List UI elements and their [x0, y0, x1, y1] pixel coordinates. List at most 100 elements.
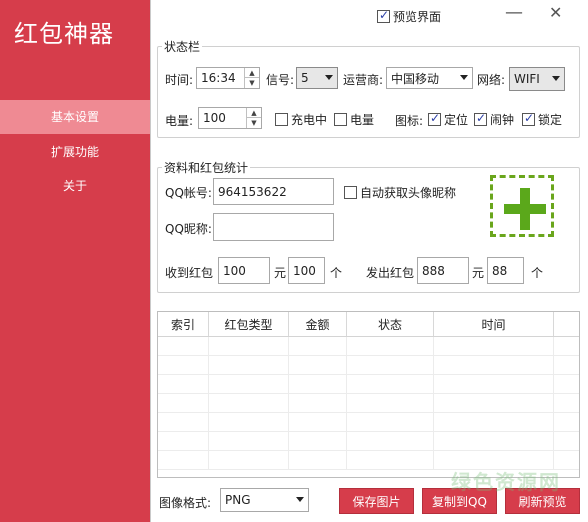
received-label: 收到红包	[165, 266, 214, 280]
battery-value: 100	[203, 111, 226, 125]
charging-checkbox[interactable]: 充电中	[275, 111, 327, 128]
location-label: 定位	[444, 113, 469, 127]
column-header-index[interactable]: 索引	[158, 312, 209, 336]
charging-label: 充电中	[291, 113, 328, 127]
received-amount-input[interactable]: 100	[218, 257, 270, 284]
sidebar-item-basic-settings[interactable]: 基本设置	[0, 100, 150, 134]
format-select[interactable]: PNG	[220, 488, 309, 512]
table-cell	[434, 337, 554, 355]
battery-chk-label: 电量	[350, 113, 375, 127]
battery-check-icon[interactable]	[334, 113, 347, 126]
spin-up-icon[interactable]: ▲	[247, 108, 261, 118]
received-yuan-label: 元	[274, 266, 287, 280]
network-select[interactable]: WIFI	[509, 67, 565, 91]
sidebar-item-extensions[interactable]: 扩展功能	[0, 135, 150, 169]
table-cell	[289, 432, 347, 450]
icons-label: 图标:	[395, 114, 424, 128]
received-unit-label: 个	[330, 266, 343, 280]
signal-select[interactable]: 5	[296, 67, 338, 89]
close-icon[interactable]: ✕	[549, 3, 562, 22]
auto-fetch-label: 自动获取头像昵称	[360, 186, 457, 200]
format-value: PNG	[225, 493, 251, 507]
minimize-icon[interactable]: —	[505, 2, 523, 23]
table-cell	[209, 356, 289, 374]
lock-label: 锁定	[538, 113, 563, 127]
sent-count-input[interactable]: 88	[487, 257, 524, 284]
carrier-value: 中国移动	[391, 71, 440, 86]
table-cell	[347, 337, 434, 355]
received-count-input[interactable]: 100	[288, 257, 325, 284]
column-header-status[interactable]: 状态	[347, 312, 434, 336]
app-title: 红包神器	[14, 20, 114, 48]
alarm-check-icon[interactable]	[474, 111, 487, 126]
network-value: WIFI	[514, 72, 540, 86]
table-cell	[209, 375, 289, 393]
table-cell	[289, 413, 347, 431]
sent-yuan-label: 元	[472, 266, 485, 280]
chevron-down-icon	[460, 75, 468, 80]
main-panel: 预览界面 — ✕ 状态栏 时间: 16:34 ▲▼ 信号: 5 运营商: 中国移…	[150, 0, 588, 522]
table-header: 索引 红包类型 金额 状态 时间	[158, 312, 579, 337]
network-label: 网络:	[477, 73, 506, 87]
sent-amount: 888	[422, 263, 445, 278]
battery-show-checkbox[interactable]: 电量	[334, 111, 374, 128]
table-cell	[434, 375, 554, 393]
carrier-select[interactable]: 中国移动	[386, 67, 473, 89]
qq-label: QQ帐号:	[165, 186, 212, 200]
sidebar-item-about[interactable]: 关于	[0, 169, 150, 203]
time-spinner[interactable]: ▲ ▼	[244, 68, 259, 88]
column-header-amount[interactable]: 金额	[289, 312, 347, 336]
chevron-down-icon	[552, 76, 560, 81]
qq-input[interactable]: 964153622	[213, 178, 334, 205]
battery-spinner[interactable]: ▲ ▼	[246, 108, 261, 128]
signal-value: 5	[301, 71, 309, 85]
save-image-button[interactable]: 保存图片	[339, 488, 414, 514]
alarm-label: 闹钟	[490, 113, 515, 127]
signal-label: 信号:	[266, 73, 295, 87]
table-row[interactable]	[158, 413, 579, 432]
location-checkbox[interactable]: 定位	[428, 111, 468, 128]
add-avatar-button[interactable]	[490, 175, 554, 237]
table-cell	[289, 394, 347, 412]
status-bar-legend: 状态栏	[164, 40, 201, 54]
location-check-icon[interactable]	[428, 111, 441, 126]
table-row[interactable]	[158, 432, 579, 451]
sent-amount-input[interactable]: 888	[417, 257, 469, 284]
table-cell	[434, 356, 554, 374]
spin-up-icon[interactable]: ▲	[245, 68, 259, 78]
table-row[interactable]	[158, 394, 579, 413]
table-cell	[289, 451, 347, 469]
auto-fetch-check-icon[interactable]	[344, 186, 357, 199]
nickname-input[interactable]	[213, 213, 334, 241]
chevron-down-icon	[296, 497, 304, 502]
spin-down-icon[interactable]: ▼	[245, 78, 259, 88]
table-cell	[347, 413, 434, 431]
auto-fetch-checkbox[interactable]: 自动获取头像昵称	[344, 184, 456, 201]
table-cell	[158, 375, 209, 393]
table-cell	[209, 432, 289, 450]
table-cell	[434, 413, 554, 431]
table-cell	[289, 375, 347, 393]
plus-icon-bar	[504, 204, 546, 214]
time-label: 时间:	[165, 73, 194, 87]
column-header-time[interactable]: 时间	[434, 312, 554, 336]
lock-checkbox[interactable]: 锁定	[522, 111, 562, 128]
table-row[interactable]	[158, 375, 579, 394]
alarm-checkbox[interactable]: 闹钟	[474, 111, 514, 128]
column-header-type[interactable]: 红包类型	[209, 312, 289, 336]
table-row[interactable]	[158, 337, 579, 356]
preview-check-icon[interactable]	[377, 8, 390, 23]
battery-input[interactable]: 100 ▲ ▼	[198, 107, 262, 129]
table-cell	[289, 337, 347, 355]
received-amount: 100	[223, 263, 246, 278]
sent-count: 88	[492, 263, 508, 278]
redpacket-table[interactable]: 索引 红包类型 金额 状态 时间	[157, 311, 580, 478]
watermark: 绿色资源网	[451, 470, 561, 494]
preview-label: 预览界面	[393, 10, 442, 24]
spin-down-icon[interactable]: ▼	[247, 118, 261, 128]
charging-check-icon[interactable]	[275, 113, 288, 126]
time-input[interactable]: 16:34 ▲ ▼	[196, 67, 260, 89]
preview-checkbox[interactable]: 预览界面	[377, 8, 441, 25]
lock-check-icon[interactable]	[522, 111, 535, 126]
table-row[interactable]	[158, 356, 579, 375]
